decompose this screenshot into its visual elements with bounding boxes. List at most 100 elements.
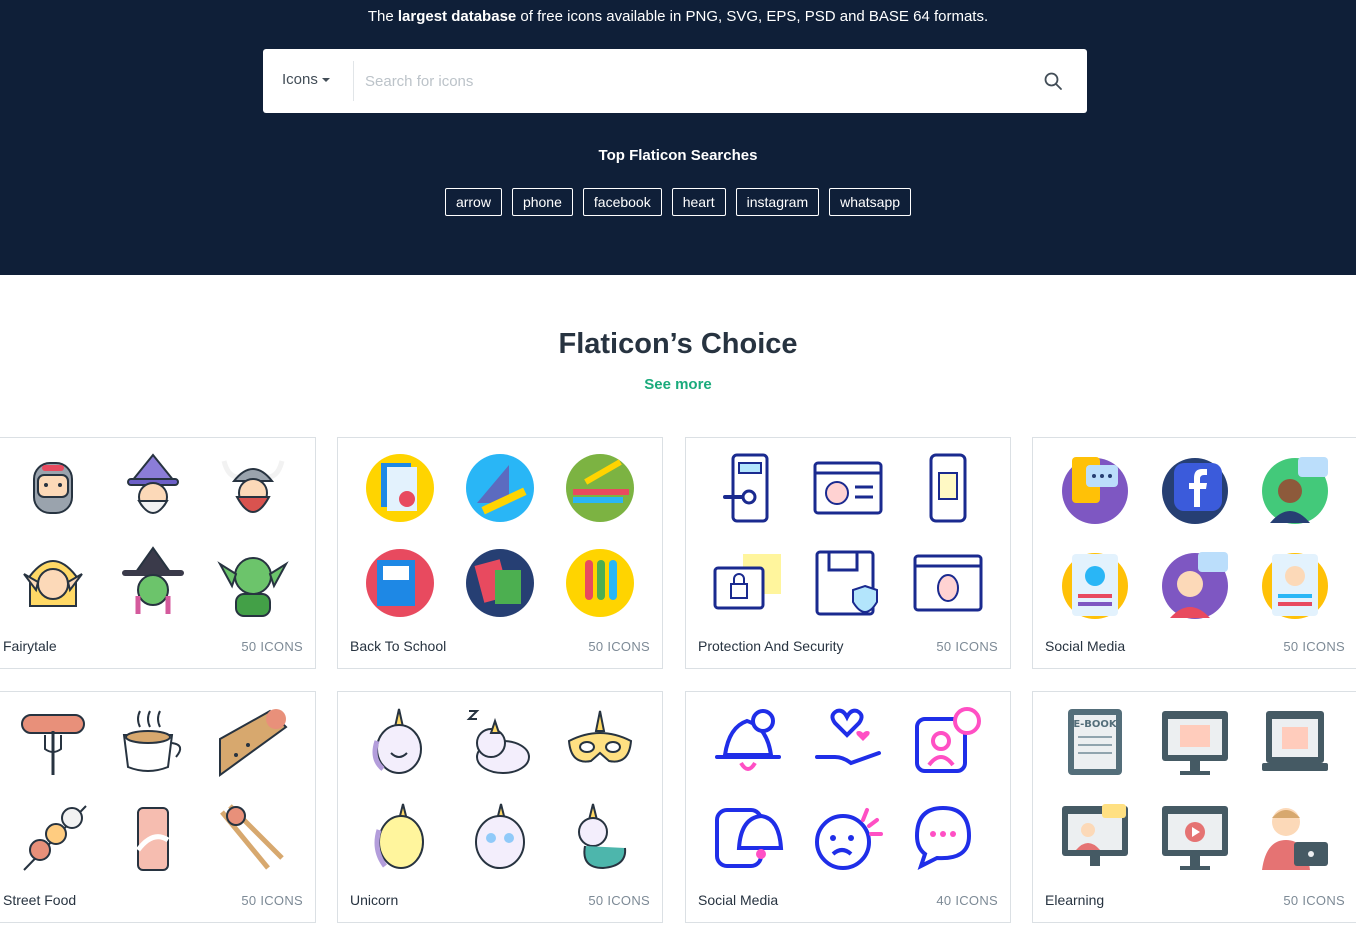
search-type-label: Icons [282, 71, 318, 88]
pack-name: Protection And Security [698, 638, 844, 654]
section-title: Flaticon’s Choice [558, 328, 798, 360]
geometry-icon [466, 454, 534, 522]
heart-hand-icon [815, 708, 881, 766]
notification-bell-icon [715, 709, 781, 771]
pack-card-elearning[interactable]: E-BOOK Elearning 50 ICONS [1032, 691, 1356, 923]
video-call-icon [1062, 804, 1128, 866]
caret-down-icon [321, 78, 330, 83]
top-searches-tags: arrow phone facebook heart instagram whatsapp [0, 188, 1356, 216]
tag-phone[interactable]: phone [511, 188, 573, 216]
pack-count: 50 ICONS [936, 639, 998, 654]
pack-card-street-food[interactable]: Street Food 50 ICONS [0, 691, 316, 923]
video-lesson-icon [1162, 806, 1228, 870]
search-input[interactable] [363, 67, 1027, 95]
witch-icon [122, 546, 184, 614]
door-lock-icon [723, 453, 769, 523]
pack-name: Social Media [1045, 638, 1126, 654]
tagline-prefix: The [367, 8, 398, 25]
knight-icon [33, 462, 73, 514]
pack-card-protection-and-security[interactable]: Protection And Security 50 ICONS [685, 437, 1011, 669]
student-laptop-icon [1262, 808, 1328, 870]
pack-name: Street Food [3, 892, 77, 908]
chat-phone-icon [1062, 457, 1128, 524]
tag-instagram[interactable]: instagram [735, 188, 820, 216]
tag-arrow[interactable]: arrow [444, 188, 502, 216]
facebook-chat-icon [1162, 458, 1228, 524]
sausage-fork-icon [21, 714, 85, 775]
pack-name: Elearning [1045, 892, 1105, 908]
browser-alert-icon [813, 461, 883, 515]
soda-can-icon [136, 807, 170, 871]
woman-chat-icon [1162, 552, 1228, 619]
icon-grid [0, 702, 315, 892]
pack-name: Fairytale [3, 638, 57, 654]
mobile-password-icon [929, 453, 967, 523]
search-bar: Icons [263, 49, 1087, 113]
skewer-icon [23, 805, 87, 871]
floppy-shield-icon [815, 550, 878, 616]
folder-icon [366, 549, 434, 617]
icon-grid [0, 448, 315, 638]
pack-count: 50 ICONS [241, 639, 303, 654]
see-more-link[interactable]: See more [0, 376, 1356, 393]
tagline: The largest database of free icons avail… [0, 8, 1356, 25]
unicorn-mermaid-icon [578, 803, 627, 870]
search-type-dropdown[interactable]: Icons [282, 71, 330, 88]
user-message-icon [915, 707, 981, 773]
pack-count: 50 ICONS [1283, 639, 1345, 654]
tagline-suffix: of free icons available in PNG, SVG, EPS… [516, 8, 989, 25]
search-icon[interactable] [1043, 71, 1063, 91]
icon-grid [686, 702, 1010, 892]
monitor-book-icon [1162, 711, 1228, 775]
pack-count: 50 ICONS [241, 893, 303, 908]
pack-card-social-media[interactable]: Social Media 50 ICONS [1032, 437, 1356, 669]
pack-count: 40 ICONS [936, 893, 998, 908]
pack-count: 50 ICONS [1283, 893, 1345, 908]
unicorn-laugh-icon [372, 708, 422, 774]
pack-name: Social Media [698, 892, 779, 908]
bug-browser-icon [913, 554, 983, 612]
hero-banner: The largest database of free icons avail… [0, 0, 1356, 275]
profile-card-woman-icon [1262, 553, 1328, 619]
pack-name: Back To School [350, 638, 447, 654]
top-searches-title: Top Flaticon Searches [598, 147, 758, 164]
laptop-book-icon [1262, 711, 1328, 771]
test-tubes-icon [566, 549, 634, 617]
tag-facebook[interactable]: facebook [582, 188, 662, 216]
unicorn-happy-icon [374, 803, 424, 869]
goblin-icon [217, 557, 289, 617]
icon-grid: E-BOOK [1033, 702, 1356, 892]
pencils-icon [566, 454, 634, 522]
tag-whatsapp[interactable]: whatsapp [829, 188, 912, 216]
books-icon [466, 549, 534, 617]
unicorn-sleep-icon [466, 710, 530, 774]
icon-grid [338, 702, 662, 892]
locked-folder-icon [713, 554, 781, 610]
pack-card-fairytale[interactable]: Fairytale 50 ICONS [0, 437, 316, 669]
notebook-icon [366, 454, 434, 522]
pack-count: 50 ICONS [588, 639, 650, 654]
icon-grid [1033, 448, 1356, 638]
elf-icon [23, 560, 83, 607]
tag-heart[interactable]: heart [671, 188, 726, 216]
pack-name: Unicorn [350, 892, 399, 908]
pack-card-social-media-2[interactable]: Social Media 40 ICONS [685, 691, 1011, 923]
unicorn-mask-icon [567, 710, 633, 763]
coffee-cup-icon [122, 710, 182, 772]
profile-card-icon [1062, 553, 1128, 619]
chat-bubbles-icon [914, 805, 972, 870]
sad-face-icon [815, 808, 883, 870]
search-divider [353, 61, 354, 101]
chopsticks-icon [220, 804, 284, 870]
viking-icon [221, 460, 285, 513]
svg-text:E-BOOK: E-BOOK [1073, 719, 1118, 730]
tagline-bold: largest database [397, 8, 517, 25]
wizard-icon [127, 453, 179, 514]
unicorn-cry-icon [475, 803, 525, 869]
pack-card-back-to-school[interactable]: Back To School 50 ICONS [337, 437, 663, 669]
burrito-icon [219, 709, 288, 777]
pack-card-unicorn[interactable]: Unicorn 50 ICONS [337, 691, 663, 923]
bell-message-icon [715, 808, 784, 868]
user-chat-icon [1262, 457, 1328, 524]
icon-grid [686, 448, 1010, 638]
